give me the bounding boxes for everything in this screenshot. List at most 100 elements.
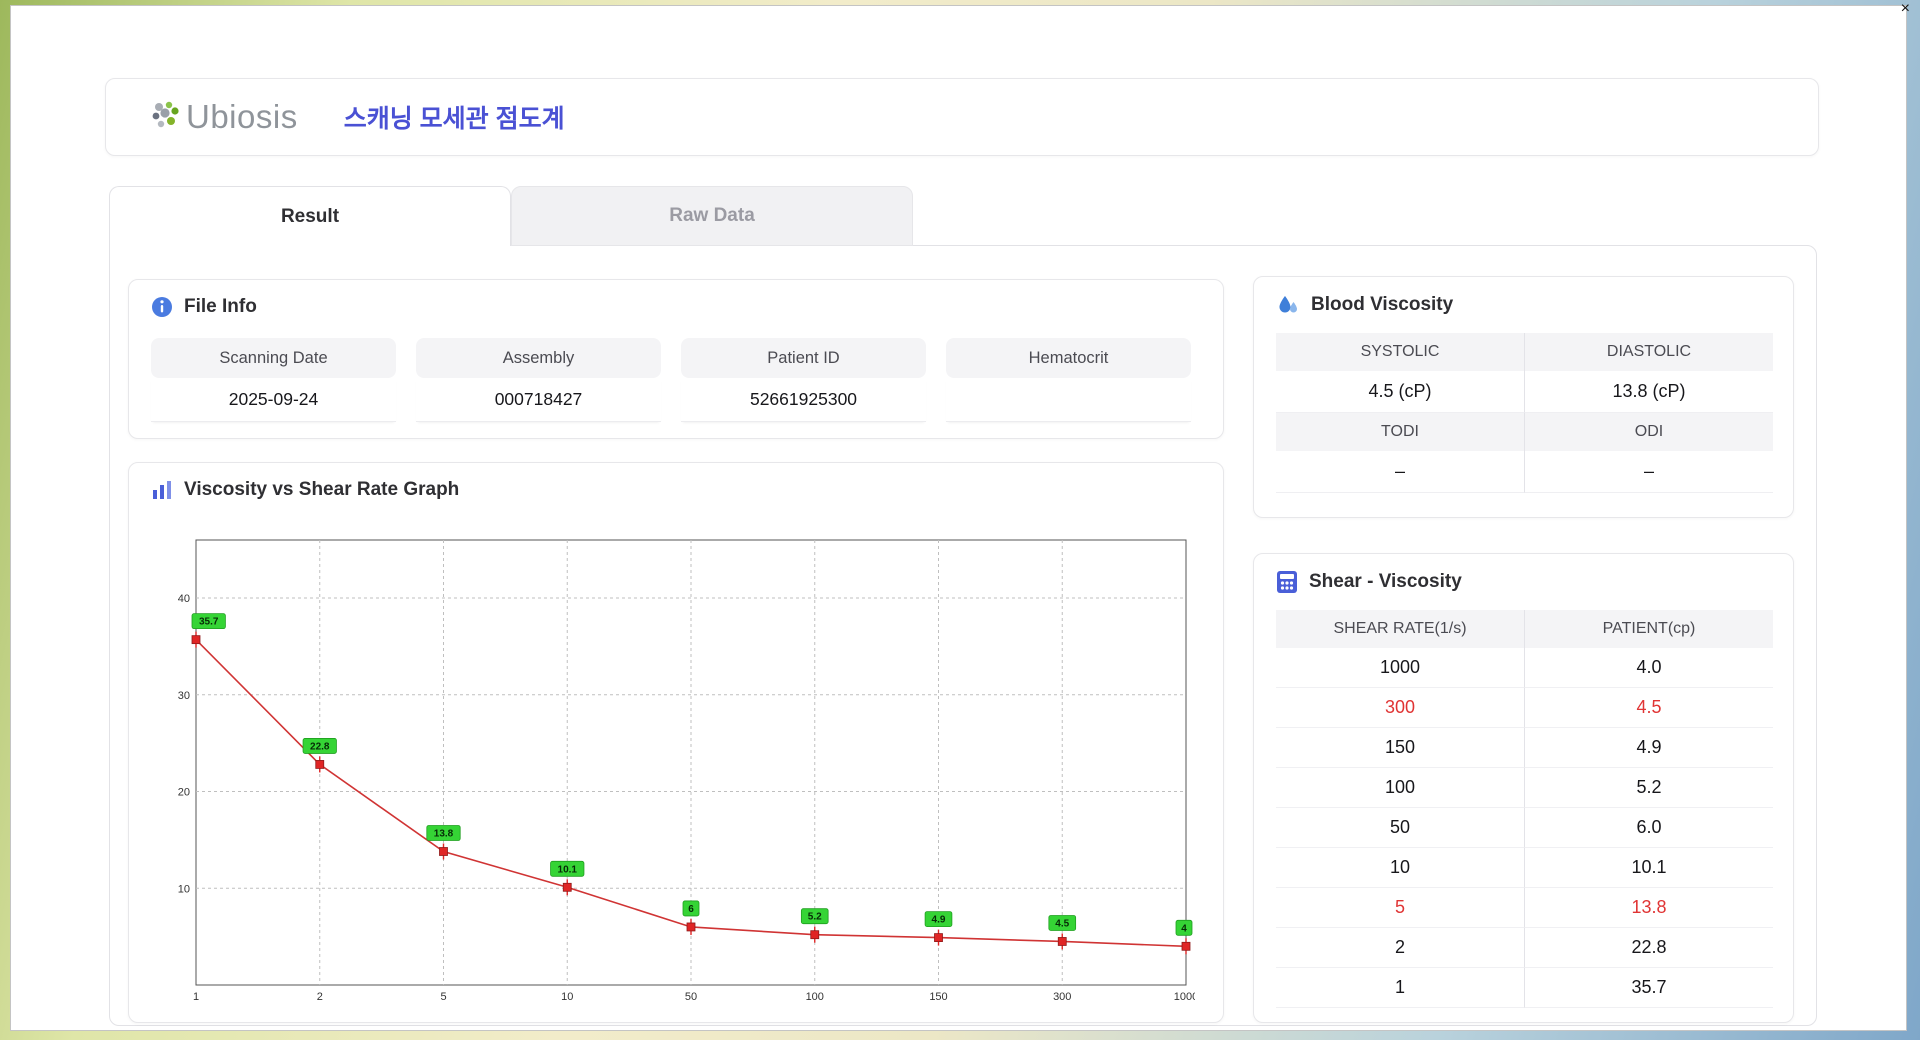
patient-viscosity-cell: 6.0	[1524, 808, 1773, 848]
info-icon	[152, 297, 172, 317]
file-info-card: File Info Scanning Date 2025-09-24 Assem…	[128, 279, 1224, 439]
content-panel: File Info Scanning Date 2025-09-24 Assem…	[109, 245, 1817, 1026]
viscosity-shear-chart: 10 20 30 40 1 2 5 10 50 100 150 300 1000 35.7 22.8 13.8…	[178, 539, 1195, 1003]
field-value: 52661925300	[681, 378, 926, 422]
shear-rate-cell: 1	[1276, 968, 1524, 1008]
table-header-row: SYSTOLIC DIASTOLIC	[1276, 333, 1773, 371]
table-row: 100 5.2	[1276, 768, 1773, 808]
svg-text:6: 6	[688, 904, 694, 915]
table-row: 10 10.1	[1276, 848, 1773, 888]
patient-header: PATIENT(cp)	[1524, 610, 1773, 648]
blood-viscosity-title: Blood Viscosity	[1276, 293, 1453, 317]
shear-rate-cell: 5	[1276, 888, 1524, 928]
svg-text:10.1: 10.1	[558, 864, 578, 875]
file-info-field-assembly: Assembly 000718427	[416, 338, 661, 422]
table-header-row: TODI ODI	[1276, 413, 1773, 451]
ubiosis-logo-icon	[152, 101, 179, 128]
shear-rate-cell: 150	[1276, 728, 1524, 768]
file-info-fields: Scanning Date 2025-09-24 Assembly 000718…	[151, 338, 1191, 422]
field-value: 000718427	[416, 378, 661, 422]
ubiosis-logo: Ubiosis	[148, 98, 298, 136]
close-icon[interactable]: ×	[1901, 0, 1910, 18]
svg-text:1000: 1000	[1174, 991, 1195, 1003]
svg-text:2: 2	[317, 991, 323, 1003]
patient-viscosity-cell: 22.8	[1524, 928, 1773, 968]
patient-viscosity-cell: 4.0	[1524, 648, 1773, 688]
table-row: – –	[1276, 451, 1773, 493]
svg-text:13.8: 13.8	[434, 829, 454, 840]
shear-rate-cell: 1000	[1276, 648, 1524, 688]
field-label: Hematocrit	[946, 338, 1191, 378]
app-header: Ubiosis 스캐닝 모세관 점도계	[105, 78, 1819, 156]
field-value	[946, 378, 1191, 422]
field-label: Scanning Date	[151, 338, 396, 378]
field-label: Assembly	[416, 338, 661, 378]
patient-viscosity-cell: 4.5	[1524, 688, 1773, 728]
blood-viscosity-table: SYSTOLIC DIASTOLIC 4.5 (cP) 13.8 (cP) TO…	[1276, 333, 1773, 493]
shear-rate-cell: 50	[1276, 808, 1524, 848]
logo-text: Ubiosis	[186, 98, 298, 135]
svg-text:30: 30	[178, 690, 190, 702]
diastolic-header: DIASTOLIC	[1524, 333, 1773, 371]
shear-rate-cell: 300	[1276, 688, 1524, 728]
table-header-row: SHEAR RATE(1/s) PATIENT(cp)	[1276, 610, 1773, 648]
shear-rate-cell: 100	[1276, 768, 1524, 808]
svg-text:4: 4	[1181, 923, 1187, 934]
tab-result[interactable]: Result	[109, 186, 511, 246]
shear-viscosity-table: SHEAR RATE(1/s) PATIENT(cp) 1000 4.0 300 4.…	[1276, 610, 1773, 1008]
graph-title-text: Viscosity vs Shear Rate Graph	[184, 479, 460, 500]
file-info-title-text: File Info	[184, 296, 257, 317]
bar-chart-icon	[153, 481, 171, 499]
shear-viscosity-rows: 1000 4.0 300 4.5 150 4.9 100 5.2 50 6.0 10 10.1 5 13.…	[1276, 648, 1773, 1008]
table-row: 1 35.7	[1276, 968, 1773, 1008]
field-value: 2025-09-24	[151, 378, 396, 422]
odi-header: ODI	[1524, 413, 1773, 451]
page-title: 스캐닝 모세관 점도계	[343, 105, 565, 133]
calculator-icon	[1277, 571, 1297, 593]
svg-text:5: 5	[440, 991, 446, 1003]
patient-viscosity-cell: 35.7	[1524, 968, 1773, 1008]
odi-value: –	[1524, 451, 1773, 493]
table-row: 150 4.9	[1276, 728, 1773, 768]
table-row: 50 6.0	[1276, 808, 1773, 848]
svg-text:10: 10	[178, 883, 190, 895]
svg-text:100: 100	[806, 991, 824, 1003]
diastolic-value: 13.8 (cP)	[1524, 371, 1773, 413]
table-row: 1000 4.0	[1276, 648, 1773, 688]
table-row: 2 22.8	[1276, 928, 1773, 968]
svg-text:300: 300	[1053, 991, 1071, 1003]
blood-viscosity-card: Blood Viscosity SYSTOLIC DIASTOLIC 4.5 (…	[1253, 276, 1794, 518]
shear-viscosity-title-text: Shear - Viscosity	[1309, 571, 1462, 592]
systolic-value: 4.5 (cP)	[1276, 371, 1524, 413]
blood-viscosity-title-text: Blood Viscosity	[1311, 294, 1454, 315]
patient-viscosity-cell: 4.9	[1524, 728, 1773, 768]
graph-title: Viscosity vs Shear Rate Graph	[151, 479, 459, 501]
todi-header: TODI	[1276, 413, 1524, 451]
svg-text:5.2: 5.2	[808, 912, 822, 923]
patient-viscosity-cell: 10.1	[1524, 848, 1773, 888]
shear-rate-cell: 10	[1276, 848, 1524, 888]
svg-text:35.7: 35.7	[199, 617, 219, 628]
shear-viscosity-card: Shear - Viscosity SHEAR RATE(1/s) PATIEN…	[1253, 553, 1794, 1023]
shear-rate-header: SHEAR RATE(1/s)	[1276, 610, 1524, 648]
file-info-field-patient-id: Patient ID 52661925300	[681, 338, 926, 422]
systolic-header: SYSTOLIC	[1276, 333, 1524, 371]
svg-text:40: 40	[178, 593, 190, 605]
field-label: Patient ID	[681, 338, 926, 378]
svg-text:10: 10	[561, 991, 573, 1003]
graph-card: Viscosity vs Shear Rate Graph 10 20 30 40 1 2…	[128, 462, 1224, 1023]
patient-viscosity-cell: 5.2	[1524, 768, 1773, 808]
svg-text:4.9: 4.9	[932, 915, 946, 926]
tab-raw-data[interactable]: Raw Data	[511, 186, 913, 246]
svg-text:22.8: 22.8	[310, 741, 330, 752]
app-window: Ubiosis 스캐닝 모세관 점도계 Result Raw Data File…	[10, 5, 1907, 1031]
table-row: 300 4.5	[1276, 688, 1773, 728]
svg-text:150: 150	[929, 991, 947, 1003]
svg-text:50: 50	[685, 991, 697, 1003]
svg-text:1: 1	[193, 991, 199, 1003]
table-row: 5 13.8	[1276, 888, 1773, 928]
todi-value: –	[1276, 451, 1524, 493]
droplets-icon	[1279, 296, 1297, 313]
tab-bar: Result Raw Data	[109, 186, 913, 246]
file-info-field-hematocrit: Hematocrit	[946, 338, 1191, 422]
